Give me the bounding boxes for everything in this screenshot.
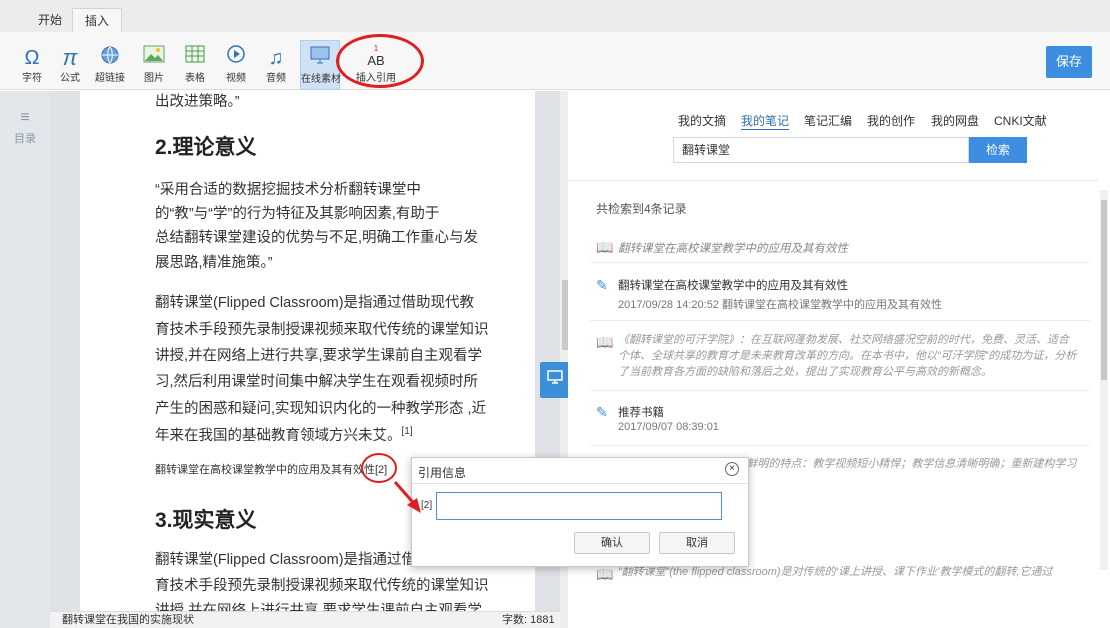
tab-insert[interactable]: 插入 <box>72 8 122 32</box>
doc-line[interactable]: 展思路,精准施策。” <box>155 251 273 272</box>
result-item[interactable]: 翻转课堂在高校课堂教学中的应用及其有效性 <box>618 240 848 256</box>
word-count: 字数: 1881 <box>502 614 555 626</box>
reference-line[interactable]: 翻转课堂在高校课堂教学中的应用及其有效性[2] <box>155 461 387 477</box>
toggle-panel-button[interactable] <box>540 362 570 398</box>
doc-line[interactable]: 习,然后利用课堂时间集中解决学生在观看视频时所 <box>155 370 478 391</box>
results-scrollbar[interactable] <box>1101 200 1107 380</box>
close-icon[interactable]: × <box>725 462 739 476</box>
tool-label: 公式 <box>60 73 80 84</box>
insert-video-button[interactable]: 视频 <box>218 40 254 90</box>
insert-image-button[interactable]: 图片 <box>136 40 172 90</box>
notes-search-input[interactable]: 翻转课堂 <box>673 137 969 163</box>
doc-line[interactable]: 讲授,并在网络上进行共享,要求学生课前自主观看学 <box>155 344 482 365</box>
doc-line[interactable]: 产生的困惑和疑问,实现知识内化的一种教学形态 ,近 <box>155 397 486 418</box>
result-meta: 2017/09/28 14:20:52 翻转课堂在高校课堂教学中的应用及其有效性 <box>618 299 942 311</box>
tab-start[interactable]: 开始 <box>28 8 72 32</box>
music-note-icon: ♫ <box>268 47 284 69</box>
dialog-title: 引用信息 <box>418 466 467 480</box>
tool-label: 音频 <box>266 73 286 84</box>
monitor-icon <box>301 45 339 73</box>
online-material-button[interactable]: 在线素材 <box>300 40 341 90</box>
tool-label: 表格 <box>185 73 205 84</box>
citation-info-input[interactable] <box>436 492 722 520</box>
divider <box>412 483 748 484</box>
citation-superscript: [1] <box>401 426 413 438</box>
insert-hyperlink-button[interactable]: 超链接 <box>92 40 128 90</box>
heading-practical[interactable]: 3.现实意义 <box>155 504 257 534</box>
search-button[interactable]: 检索 <box>969 137 1027 163</box>
tab-bar: 开始 插入 <box>0 0 1110 32</box>
result-item[interactable]: 《翻转课堂的可汗学院》：在互联网蓬勃发展、社交网络盛况空前的时代，免费、灵活、适… <box>618 332 1078 380</box>
result-item[interactable]: 推荐书籍 <box>618 404 664 420</box>
doc-line[interactable]: 的“教”与“学”的行为特征及其影响因素,有助于 <box>155 202 439 223</box>
book-icon: 📖 <box>596 239 614 255</box>
doc-line[interactable]: 出改进策略。” <box>155 90 240 111</box>
insert-table-button[interactable]: 表格 <box>177 40 213 90</box>
tool-label: 图片 <box>144 73 164 84</box>
citation-number: [2] <box>421 500 433 511</box>
toc-icon[interactable]: ≡ <box>14 110 36 126</box>
play-circle-icon <box>218 44 254 72</box>
divider <box>590 445 1090 446</box>
tool-label: 在线素材 <box>301 74 341 85</box>
status-section: 翻转课堂在我国的实施现状 <box>62 614 194 626</box>
toc-label[interactable]: 目录 <box>10 130 40 146</box>
tool-label: 视频 <box>226 73 246 84</box>
doc-line[interactable]: 育技术手段预先录制授课视频来取代传统的课堂知识 <box>155 318 489 339</box>
tool-label: 超链接 <box>95 73 125 84</box>
divider <box>590 320 1090 321</box>
globe-link-icon <box>92 44 128 72</box>
left-gutter <box>0 91 50 628</box>
highlight-ring-reference-mark <box>361 453 397 483</box>
confirm-button[interactable]: 确认 <box>574 532 650 554</box>
pi-icon: π <box>62 45 78 70</box>
status-bar: 翻转课堂在我国的实施现状 字数: 1881 <box>50 611 560 628</box>
save-button[interactable]: 保存 <box>1046 46 1092 78</box>
insert-formula-button[interactable]: π 公式 <box>52 40 88 90</box>
image-icon <box>136 44 172 72</box>
insert-symbol-button[interactable]: Ω 字符 <box>14 40 50 90</box>
note-icon: ✎ <box>596 277 608 293</box>
tab-note-compilation[interactable]: 笔记汇编 <box>804 112 852 129</box>
doc-line[interactable]: 育技术手段预先录制授课视频来取代传统的课堂知识 <box>155 574 489 595</box>
cancel-button[interactable]: 取消 <box>659 532 735 554</box>
tab-my-notes[interactable]: 我的笔记 <box>741 112 790 130</box>
tab-cnki[interactable]: CNKI文献 <box>994 112 1047 129</box>
divider <box>590 390 1090 391</box>
book-icon: 📖 <box>596 334 614 350</box>
monitor-icon <box>547 370 563 384</box>
highlight-ring-citation-tool <box>336 34 424 88</box>
doc-line[interactable]: 翻转课堂(Flipped Classroom)是指通过借助现代教 <box>155 291 474 312</box>
doc-line[interactable]: 讲授,并在网络上进行共享,要求学生课前自主观看学 <box>155 599 482 611</box>
result-count: 共检索到4条记录 <box>596 202 687 216</box>
tab-my-creations[interactable]: 我的创作 <box>867 112 915 129</box>
book-icon: 📖 <box>596 566 614 582</box>
note-icon: ✎ <box>596 404 608 420</box>
divider <box>590 262 1090 263</box>
doc-line[interactable]: 翻转课堂(Flipped Classroom)是指通过借助现 <box>155 548 445 569</box>
tool-label: 字符 <box>22 73 42 84</box>
tab-my-abstracts[interactable]: 我的文摘 <box>678 112 726 129</box>
doc-line-text: 年来在我国的基础教育领域方兴未艾。 <box>155 428 402 444</box>
doc-line[interactable]: “采用合适的数据挖掘技术分析翻转课堂中 <box>155 178 421 199</box>
tab-my-drive[interactable]: 我的网盘 <box>931 112 979 129</box>
result-meta: 2017/09/07 08:39:01 <box>618 421 719 433</box>
insert-audio-button[interactable]: ♫ 音频 <box>258 40 294 90</box>
table-icon <box>177 44 213 72</box>
divider <box>568 180 1098 181</box>
omega-icon: Ω <box>24 47 40 69</box>
doc-line[interactable]: 年来在我国的基础教育领域方兴未艾。[1] <box>155 424 413 445</box>
reference-text: 翻转课堂在高校课堂教学中的应用及其有效性 <box>155 464 375 476</box>
doc-line[interactable]: 总结翻转课堂建设的优势与不足,明确工作重心与发 <box>155 226 478 247</box>
heading-theory[interactable]: 2.理论意义 <box>155 131 257 161</box>
result-item[interactable]: 翻转课堂在高校课堂教学中的应用及其有效性 <box>618 277 848 293</box>
